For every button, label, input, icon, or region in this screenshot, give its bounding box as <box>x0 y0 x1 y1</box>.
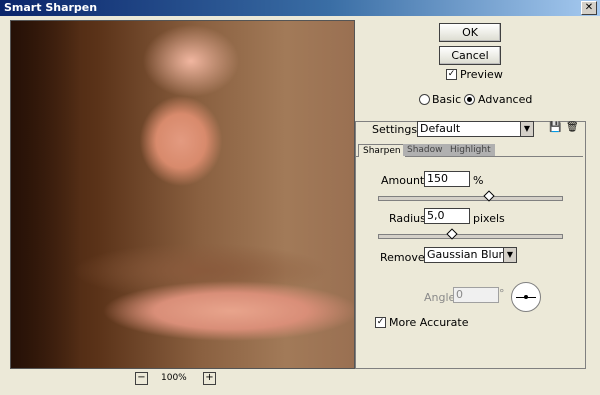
zoom-in-button[interactable]: + <box>203 372 216 385</box>
zoom-bar: − 100% + <box>135 372 225 386</box>
amount-input[interactable]: 150 <box>424 171 470 187</box>
ok-button[interactable]: OK <box>439 23 501 42</box>
chevron-down-icon: ▼ <box>520 122 533 136</box>
angle-unit: ° <box>499 287 505 300</box>
amount-slider[interactable] <box>378 196 563 201</box>
more-accurate-checkbox[interactable]: ✓ <box>375 317 386 328</box>
tab-highlight[interactable]: Highlight <box>446 144 495 156</box>
window-title: Smart Sharpen <box>4 1 98 14</box>
settings-label: Settings: <box>372 123 421 136</box>
title-bar: Smart Sharpen ✕ <box>0 0 600 16</box>
more-accurate-label: More Accurate <box>389 316 469 329</box>
amount-unit: % <box>473 174 484 187</box>
preview-checkbox[interactable]: ✓ <box>446 69 457 80</box>
chevron-down-icon: ▼ <box>503 248 516 262</box>
advanced-label: Advanced <box>478 93 533 106</box>
preview-image[interactable] <box>10 20 355 369</box>
angle-input: 0 <box>453 287 499 303</box>
close-button[interactable]: ✕ <box>581 1 597 15</box>
radius-unit: pixels <box>473 212 505 225</box>
cancel-button[interactable]: Cancel <box>439 46 501 65</box>
basic-label: Basic <box>432 93 462 106</box>
preview-label: Preview <box>460 68 503 81</box>
angle-dial-center <box>524 295 528 299</box>
remove-value: Gaussian Blur <box>427 248 504 261</box>
trash-icon[interactable]: 🗑 <box>566 122 579 134</box>
amount-label: Amount: <box>381 174 428 187</box>
tab-strip: Sharpen Shadow Highlight <box>356 144 583 157</box>
tab-sharpen[interactable]: Sharpen <box>358 144 406 157</box>
basic-radio[interactable] <box>419 94 430 105</box>
preview-shadow <box>11 21 81 368</box>
options-group <box>355 121 586 369</box>
zoom-level: 100% <box>161 373 187 383</box>
settings-dropdown[interactable]: Default ▼ <box>417 121 534 137</box>
zoom-out-button[interactable]: − <box>135 372 148 385</box>
remove-dropdown[interactable]: Gaussian Blur ▼ <box>424 247 517 263</box>
radius-slider[interactable] <box>378 234 563 239</box>
radius-input[interactable]: 5,0 <box>424 208 470 224</box>
settings-value: Default <box>420 122 461 135</box>
remove-label: Remove: <box>380 251 429 264</box>
save-icon[interactable]: 💾 <box>549 122 561 134</box>
advanced-radio[interactable] <box>464 94 475 105</box>
tab-shadow[interactable]: Shadow <box>403 144 447 156</box>
angle-dial <box>511 282 541 312</box>
